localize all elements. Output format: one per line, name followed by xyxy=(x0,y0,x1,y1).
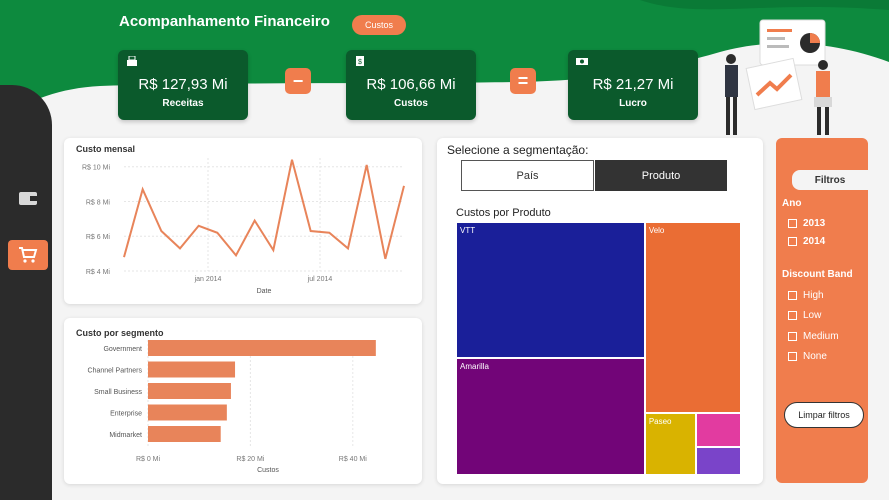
band-option-high[interactable]: High xyxy=(788,290,824,301)
svg-text:$: $ xyxy=(358,59,362,66)
banknote-icon xyxy=(576,58,588,65)
category-label: Midmarket xyxy=(109,432,142,439)
treemap-cell[interactable]: Paseo xyxy=(644,412,697,475)
x-tick-label: jul 2014 xyxy=(307,276,333,283)
segment-cost-card: Custo por segmento R$ 0 Mi R$ 20 Mi R$ 40 … xyxy=(64,318,422,484)
kpi-value: R$ 21,27 Mi xyxy=(592,76,674,93)
checkbox[interactable] xyxy=(788,237,797,246)
treemap-cell[interactable]: VTT xyxy=(456,222,645,359)
x-axis-label: Date xyxy=(257,288,272,295)
category-label: Enterprise xyxy=(110,411,142,418)
x-axis-label: Custos xyxy=(257,467,279,474)
y-tick-label: R$ 8 Mi xyxy=(86,199,111,206)
y-tick-label: R$ 6 Mi xyxy=(86,234,111,241)
year-option-2014[interactable]: 2014 xyxy=(788,236,825,247)
kpi-card-receitas: R$ 127,93 Mi Receitas xyxy=(118,50,248,120)
treemap-cell[interactable] xyxy=(696,412,741,447)
band-option-low[interactable]: Low xyxy=(788,310,821,321)
kpi-label: Lucro xyxy=(619,98,647,109)
x-tick-label: R$ 20 Mi xyxy=(236,456,264,463)
x-tick-label: R$ 40 Mi xyxy=(339,456,367,463)
filters-title: Filtros xyxy=(792,170,868,190)
y-tick-label: R$ 10 Mi xyxy=(82,165,110,172)
sidebar xyxy=(0,85,52,500)
bar xyxy=(148,404,227,421)
category-label: Channel Partners xyxy=(88,368,143,375)
product-cost-treemap[interactable]: VTT Amarilla Velo Paseo xyxy=(456,222,741,475)
document-dollar-icon: $ xyxy=(356,56,364,66)
checkbox[interactable] xyxy=(788,311,797,320)
monthly-cost-card: Custo mensal R$ 4 Mi R$ 6 Mi R$ 8 Mi R$ 10 … xyxy=(64,138,422,304)
year-filter-label: Ano xyxy=(782,198,802,209)
page-title: Acompanhamento Financeiro xyxy=(119,13,330,30)
segmentation-label: Selecione a segmentação: xyxy=(447,143,589,157)
segment-option-produto[interactable]: Produto xyxy=(595,160,727,191)
kpi-label: Receitas xyxy=(162,98,204,109)
checkbox[interactable] xyxy=(788,219,797,228)
option-label: High xyxy=(803,290,824,301)
clear-filters-button[interactable]: Limpar filtros xyxy=(784,402,864,428)
segment-cost-chart[interactable]: R$ 0 Mi R$ 20 Mi R$ 40 Mi Government Channel… xyxy=(64,318,422,484)
y-tick-label: R$ 4 Mi xyxy=(86,269,111,276)
bar xyxy=(148,340,376,356)
treemap-cell[interactable]: Amarilla xyxy=(456,358,645,475)
kpi-value: R$ 127,93 Mi xyxy=(138,76,228,93)
minus-operator: − xyxy=(285,68,311,94)
treemap-cell[interactable]: Velo xyxy=(644,222,741,413)
monthly-cost-chart[interactable]: R$ 4 Mi R$ 6 Mi R$ 8 Mi R$ 10 Mi jan 2014 jul… xyxy=(64,138,422,304)
sidebar-item-cart[interactable] xyxy=(8,240,48,270)
kpi-card-lucro: R$ 21,27 Mi Lucro xyxy=(568,50,698,120)
kpi-label: Custos xyxy=(394,98,428,109)
band-option-medium[interactable]: Medium xyxy=(788,331,839,342)
category-label: Small Business xyxy=(94,389,142,396)
discount-band-label: Discount Band xyxy=(782,269,853,280)
checkbox[interactable] xyxy=(788,291,797,300)
option-label: Low xyxy=(803,310,822,321)
series-line xyxy=(123,159,405,260)
segment-option-pais[interactable]: País xyxy=(461,160,594,191)
treemap-cell[interactable] xyxy=(696,446,741,475)
wallet-icon xyxy=(19,192,37,205)
x-tick-label: R$ 0 Mi xyxy=(136,456,161,463)
kpi-value: R$ 106,66 Mi xyxy=(366,76,456,93)
option-label: Medium xyxy=(803,331,839,342)
option-label: None xyxy=(803,351,827,362)
cart-icon xyxy=(19,247,38,263)
presentation-illustration xyxy=(725,19,832,135)
category-label: Government xyxy=(103,346,142,353)
register-icon xyxy=(127,56,137,66)
sidebar-item-wallet[interactable] xyxy=(8,183,48,213)
filters-panel: Filtros Ano 2013 2014 Discount Band High… xyxy=(776,138,868,483)
option-label: 2014 xyxy=(803,236,826,247)
bar xyxy=(148,361,236,378)
kpi-card-custos: $ R$ 106,66 Mi Custos xyxy=(346,50,476,120)
bar xyxy=(148,426,221,442)
band-option-none[interactable]: None xyxy=(788,351,827,362)
checkbox[interactable] xyxy=(788,332,797,341)
equals-operator: = xyxy=(510,68,536,94)
treemap-title: Custos por Produto xyxy=(456,207,551,219)
x-tick-label: jan 2014 xyxy=(194,276,222,283)
year-option-2013[interactable]: 2013 xyxy=(788,218,825,229)
section-badge[interactable]: Custos xyxy=(352,15,406,35)
bar xyxy=(148,383,231,399)
option-label: 2013 xyxy=(803,218,826,229)
checkbox[interactable] xyxy=(788,352,797,361)
